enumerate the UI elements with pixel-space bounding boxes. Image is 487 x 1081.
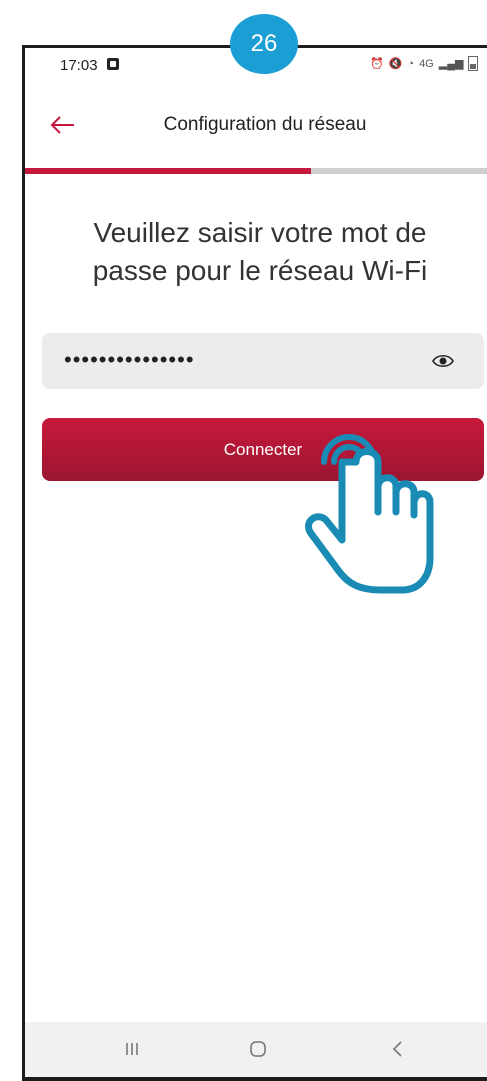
page-title: Configuration du réseau	[163, 114, 367, 135]
wifi-password-field[interactable]: •••••••••••••••	[42, 333, 484, 389]
password-prompt: Veuillez saisir votre mot de passe pour …	[40, 214, 480, 290]
system-back-button[interactable]	[383, 1034, 413, 1064]
recent-apps-icon	[126, 1043, 138, 1055]
step-number-badge: 26	[230, 14, 298, 74]
signal-icon: ▂▄▆	[438, 58, 464, 70]
recent-apps-button[interactable]	[117, 1034, 147, 1064]
frame-bottom-border	[22, 1077, 487, 1081]
battery-icon	[468, 56, 479, 71]
status-icons: ⏰ 🔇 ◔ 4G ▂▄▆	[370, 56, 479, 71]
back-icon	[392, 1041, 402, 1057]
network-type-label: 4G	[419, 57, 434, 70]
prompt-line-1: Veuillez saisir votre mot de	[93, 217, 427, 248]
wifi-icon: ◔	[407, 57, 415, 70]
show-password-toggle[interactable]	[432, 350, 454, 372]
status-time: 17:03	[60, 57, 98, 74]
tap-hand-icon	[305, 434, 434, 594]
gallery-notification-icon	[107, 58, 119, 70]
arrow-left-icon	[50, 116, 74, 134]
home-icon	[250, 1041, 266, 1057]
app-screen: 26 17:03 ⏰ 🔇 ◔ 4G ▂▄▆ Configuration du r…	[0, 0, 487, 1081]
password-value: •••••••••••••••	[64, 347, 195, 372]
alarm-icon: ⏰	[370, 58, 384, 70]
frame-left-border	[22, 45, 25, 1081]
progress-bar-fill	[25, 168, 312, 174]
eye-icon	[432, 354, 454, 368]
progress-bar	[25, 168, 487, 174]
prompt-line-2: passe pour le réseau Wi-Fi	[92, 255, 428, 286]
mute-icon: 🔇	[388, 58, 403, 70]
back-button[interactable]	[48, 110, 78, 140]
system-nav-bar	[25, 1022, 487, 1077]
home-button[interactable]	[243, 1034, 273, 1064]
